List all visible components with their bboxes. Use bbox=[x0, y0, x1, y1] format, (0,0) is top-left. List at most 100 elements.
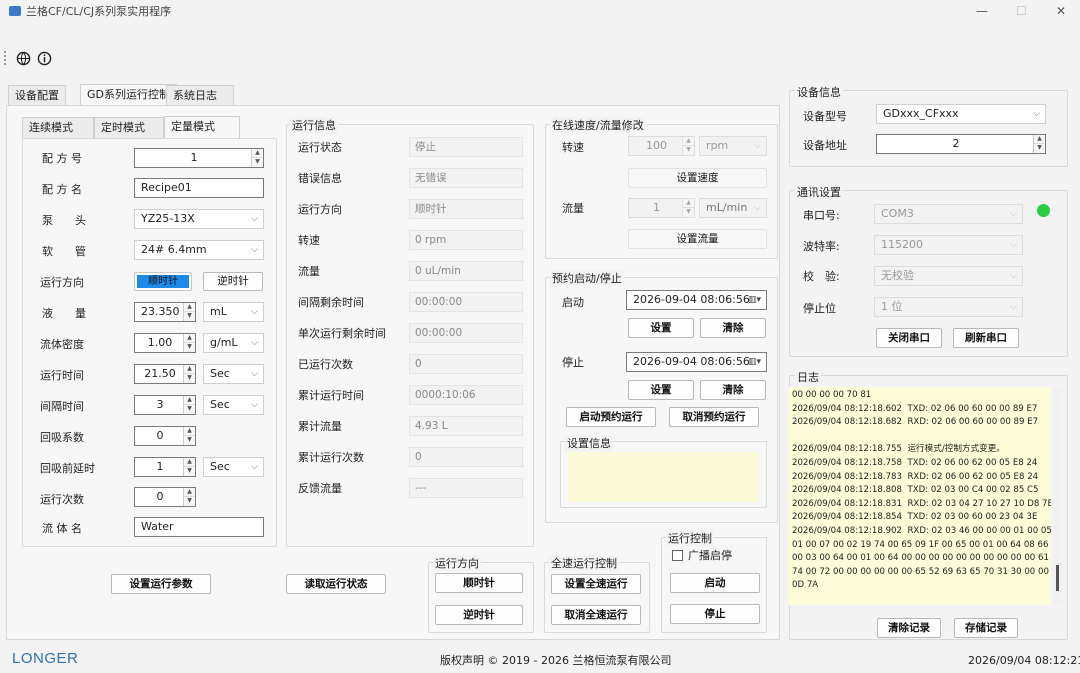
tab-system-log[interactable]: 系统日志 bbox=[166, 85, 234, 106]
run-count-value: 0 bbox=[156, 490, 164, 503]
tab-quantitative-mode[interactable]: 定量模式 bbox=[164, 116, 240, 138]
recipe-name-input[interactable]: Recipe01 bbox=[134, 178, 264, 198]
ccw-button[interactable]: 逆时针 bbox=[435, 605, 523, 625]
suckback-spinner[interactable]: ▲ ▼ bbox=[183, 427, 195, 445]
fluid-name-input[interactable]: Water bbox=[134, 517, 264, 537]
set-flow-button[interactable]: 设置流量 bbox=[628, 229, 767, 249]
pump-head-value: YZ25-13X bbox=[141, 212, 195, 225]
schedule-start-datetime[interactable]: 2026-09-04 08:06:56 ▥▾ bbox=[626, 290, 767, 310]
run-time-spinner[interactable]: ▲ ▼ bbox=[183, 365, 195, 383]
run-info-value: --- bbox=[409, 478, 523, 498]
device-addr-value: 2 bbox=[952, 137, 960, 150]
run-time-input[interactable]: 21.50 ▲ ▼ bbox=[134, 364, 196, 384]
log-line: 0D 7A bbox=[792, 580, 819, 591]
run-info-label: 转速 bbox=[298, 234, 320, 247]
close-button[interactable]: ✕ bbox=[1056, 4, 1066, 18]
density-unit-select[interactable]: g/mL ⌵ bbox=[203, 333, 264, 353]
cancel-full-speed-button[interactable]: 取消全速运行 bbox=[551, 605, 641, 625]
suckback-delay-spinner[interactable]: ▲ ▼ bbox=[183, 458, 195, 476]
run-count-spinner[interactable]: ▲ ▼ bbox=[183, 488, 195, 506]
log-text-area[interactable]: 00 00 00 00 70 81 2026/09/04 08:12:18.602… bbox=[788, 387, 1051, 605]
recipe-no-value: 1 bbox=[190, 151, 198, 164]
status-datetime: 2026/09/04 08:12:21 bbox=[968, 654, 1080, 667]
schedule-start-clear-button[interactable]: 清除 bbox=[700, 318, 766, 338]
chevron-down-icon: ⌵ bbox=[251, 369, 258, 379]
direction-label: 运行方向 bbox=[40, 276, 84, 289]
direction-ccw-radio[interactable]: 逆时针 bbox=[203, 272, 263, 291]
volume-input[interactable]: 23.350 ▲ ▼ bbox=[134, 302, 196, 322]
set-full-speed-button[interactable]: 设置全速运行 bbox=[551, 574, 641, 594]
run-time-unit-select[interactable]: Sec ⌵ bbox=[203, 364, 264, 384]
run-info-value: 0000:10:06 bbox=[409, 385, 523, 405]
cw-button[interactable]: 顺时针 bbox=[435, 573, 523, 593]
read-status-button[interactable]: 读取运行状态 bbox=[286, 574, 386, 594]
device-addr-spinner[interactable]: ▲ ▼ bbox=[1033, 135, 1045, 153]
maximize-button[interactable]: ☐ bbox=[1016, 4, 1027, 18]
run-time-unit-value: Sec bbox=[210, 367, 230, 380]
run-control-title: 运行控制 bbox=[666, 530, 714, 546]
chevron-down-icon: ⌵ bbox=[754, 141, 761, 151]
port-value: COM3 bbox=[881, 207, 914, 220]
volume-label: 液 量 bbox=[42, 307, 86, 320]
refresh-port-button[interactable]: 刷新串口 bbox=[953, 328, 1019, 348]
interval-unit-select[interactable]: Sec ⌵ bbox=[203, 395, 264, 415]
volume-unit-select[interactable]: mL ⌵ bbox=[203, 302, 264, 322]
stopbits-label: 停止位 bbox=[803, 302, 836, 315]
start-schedule-button[interactable]: 启动预约运行 bbox=[566, 407, 656, 427]
clear-log-button[interactable]: 清除记录 bbox=[877, 618, 941, 638]
tab-gd-run-control[interactable]: GD系列运行控制 bbox=[80, 84, 177, 106]
globe-icon[interactable] bbox=[16, 51, 31, 66]
recipe-no-spinner[interactable]: ▲ ▼ bbox=[251, 149, 263, 167]
tube-select[interactable]: 24# 6.4mm ⌵ bbox=[134, 240, 264, 260]
interval-spinner[interactable]: ▲ ▼ bbox=[183, 396, 195, 414]
parity-select: 无校验 ⌵ bbox=[874, 266, 1023, 286]
speed-unit-value: rpm bbox=[706, 139, 729, 152]
save-log-button[interactable]: 存储记录 bbox=[954, 618, 1018, 638]
log-line: 01 00 07 00 02 19 74 00 65 09 1F 00 65 0… bbox=[792, 539, 1051, 550]
set-speed-button[interactable]: 设置速度 bbox=[628, 168, 767, 188]
cancel-schedule-button[interactable]: 取消预约运行 bbox=[669, 407, 759, 427]
baud-select: 115200 ⌵ bbox=[874, 235, 1023, 255]
stop-button[interactable]: 停止 bbox=[670, 604, 760, 624]
broadcast-checkbox[interactable] bbox=[672, 550, 683, 561]
log-scrollbar-thumb[interactable] bbox=[1056, 565, 1059, 591]
direction-cw-radio[interactable]: 顺时针 bbox=[134, 272, 192, 291]
app-icon bbox=[9, 6, 21, 16]
suckback-delay-input[interactable]: 1 ▲ ▼ bbox=[134, 457, 196, 477]
set-params-button[interactable]: 设置运行参数 bbox=[111, 574, 211, 594]
density-value: 1.00 bbox=[147, 336, 173, 349]
run-time-value: 21.50 bbox=[144, 367, 176, 380]
close-port-button[interactable]: 关闭串口 bbox=[876, 328, 942, 348]
info-icon[interactable] bbox=[37, 51, 52, 66]
volume-spinner[interactable]: ▲ ▼ bbox=[183, 303, 195, 321]
interval-input[interactable]: 3 ▲ ▼ bbox=[134, 395, 196, 415]
schedule-start-set-button[interactable]: 设置 bbox=[628, 318, 694, 338]
suckback-delay-unit-select[interactable]: Sec ⌵ bbox=[203, 457, 264, 477]
start-button[interactable]: 启动 bbox=[670, 573, 760, 593]
recipe-no-input[interactable]: 1 ▲ ▼ bbox=[134, 148, 264, 168]
suckback-input[interactable]: 0 ▲ ▼ bbox=[134, 426, 196, 446]
minimize-button[interactable]: — bbox=[976, 4, 988, 18]
chevron-down-icon: ⌵ bbox=[1033, 109, 1040, 119]
schedule-stop-clear-button[interactable]: 清除 bbox=[700, 380, 766, 400]
tab-timed-mode[interactable]: 定时模式 bbox=[94, 117, 164, 138]
log-scrollbar[interactable] bbox=[1054, 387, 1062, 605]
chevron-down-icon: ⌵ bbox=[251, 307, 258, 317]
device-addr-input[interactable]: 2 ▲ ▼ bbox=[876, 134, 1046, 154]
schedule-stop-set-button[interactable]: 设置 bbox=[628, 380, 694, 400]
calendar-icon[interactable]: ▥▾ bbox=[748, 291, 761, 309]
device-model-select[interactable]: GDxxx_CFxxx ⌵ bbox=[876, 104, 1046, 124]
schedule-stop-datetime[interactable]: 2026-09-04 08:06:56 ▥▾ bbox=[626, 352, 767, 372]
tab-device-config[interactable]: 设备配置 bbox=[8, 85, 66, 106]
baud-value: 115200 bbox=[881, 238, 923, 251]
speed-value: 100 bbox=[646, 139, 667, 152]
suckback-delay-value: 1 bbox=[156, 460, 164, 473]
run-count-input[interactable]: 0 ▲ ▼ bbox=[134, 487, 196, 507]
tab-continuous-mode[interactable]: 连续模式 bbox=[22, 117, 94, 138]
density-input[interactable]: 1.00 ▲ ▼ bbox=[134, 333, 196, 353]
density-spinner[interactable]: ▲ ▼ bbox=[183, 334, 195, 352]
calendar-icon[interactable]: ▥▾ bbox=[748, 353, 761, 371]
toolbar bbox=[0, 46, 60, 72]
pump-head-select[interactable]: YZ25-13X ⌵ bbox=[134, 209, 264, 229]
